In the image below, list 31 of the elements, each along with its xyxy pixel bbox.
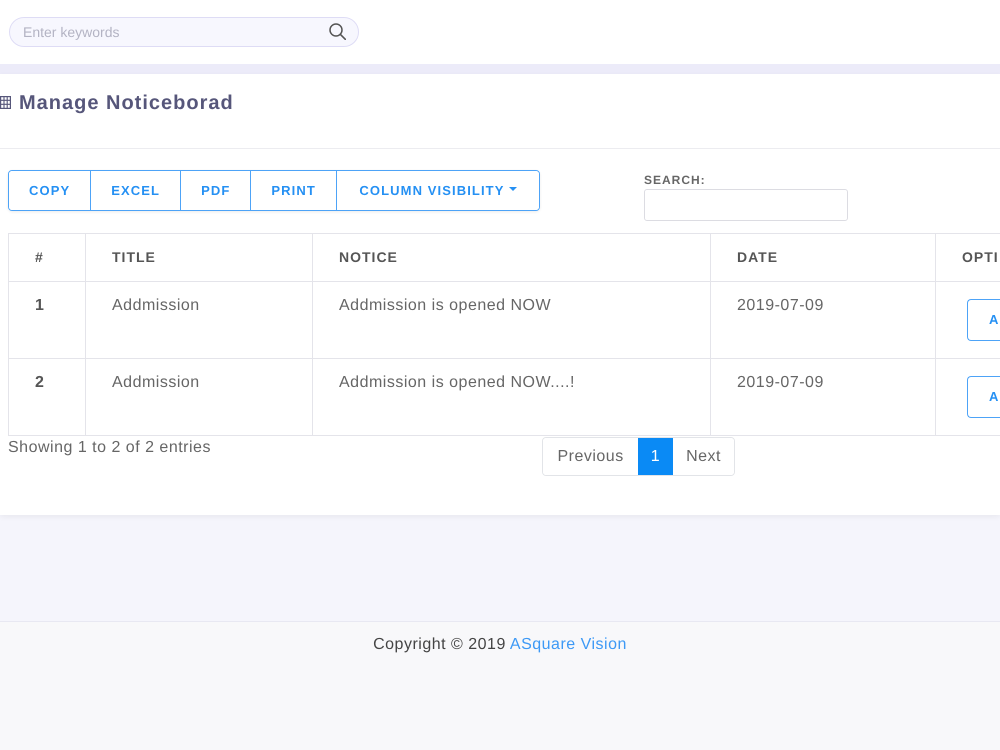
export-button[interactable]: PRINT <box>250 171 336 210</box>
copyright-link[interactable]: ASquare Vision <box>510 636 627 653</box>
column-header: OPTI <box>936 234 1000 282</box>
entries-info: Showing 1 to 2 of 2 entries <box>8 438 211 458</box>
export-button[interactable]: PDF <box>180 171 250 210</box>
search-icon[interactable] <box>329 23 346 40</box>
column-header: NOTICE <box>312 234 710 282</box>
page-link[interactable]: 1 <box>638 438 674 475</box>
page-title: Manage Noticeborad <box>19 91 234 115</box>
column-visibility-dropdown[interactable]: COLUMN VISIBILITY <box>336 171 539 210</box>
search-input[interactable] <box>644 189 848 221</box>
copyright-text: Copyright © 2019 ASquare Vision <box>373 635 627 655</box>
table-cell: 2 <box>8 358 86 436</box>
caret-icon <box>508 187 516 191</box>
table-cell: Addmission <box>86 358 312 436</box>
export-button[interactable]: COPY <box>9 171 90 210</box>
table-cell: Addmission <box>86 282 312 358</box>
search-label: SEARCH: <box>644 173 706 187</box>
table-cell: 1 <box>8 282 86 358</box>
table-cell: 2019-07-09 <box>710 282 936 358</box>
export-button[interactable]: EXCEL <box>90 171 180 210</box>
table-cell: 2019-07-09 <box>710 358 936 436</box>
column-header: # <box>8 234 86 282</box>
table-cell: Addmission is opened NOW <box>312 282 710 358</box>
column-header: DATE <box>710 234 936 282</box>
table-cell: Addmission is opened NOW....! <box>312 358 710 436</box>
action-button[interactable]: A <box>967 299 1000 341</box>
column-header: TITLE <box>86 234 312 282</box>
action-button[interactable]: A <box>967 376 1000 418</box>
search-field[interactable]: Enter keywords <box>9 17 359 47</box>
table-icon <box>0 96 11 109</box>
